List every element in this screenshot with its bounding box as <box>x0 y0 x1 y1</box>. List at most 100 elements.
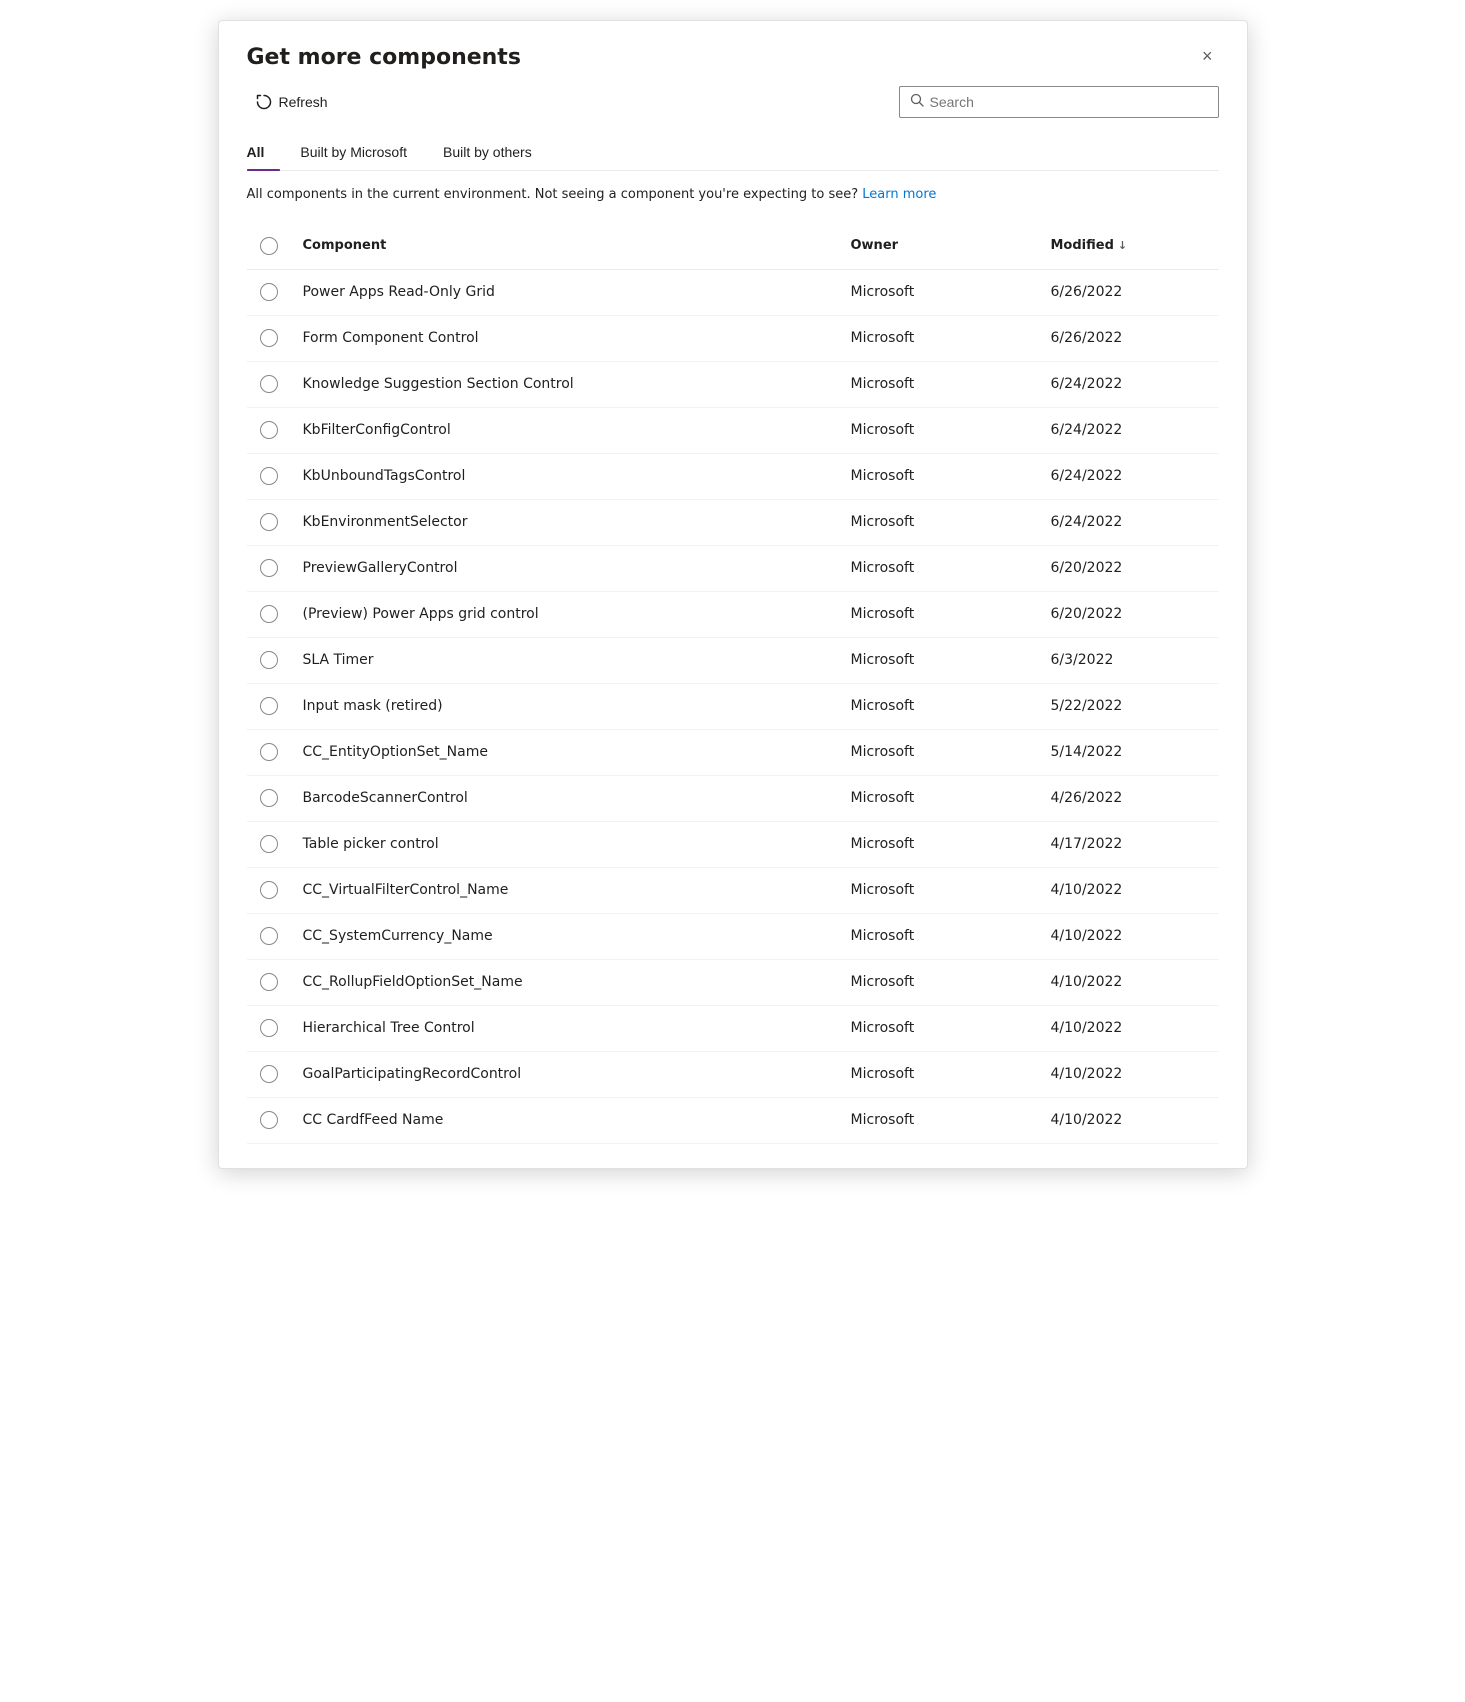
table-row[interactable]: KbFilterConfigControl Microsoft 6/24/202… <box>247 408 1219 454</box>
td-select <box>247 500 291 545</box>
td-component: KbFilterConfigControl <box>291 408 839 453</box>
row-checkbox-14[interactable] <box>260 927 278 945</box>
td-owner: Microsoft <box>839 546 1039 591</box>
td-owner: Microsoft <box>839 638 1039 683</box>
th-select <box>247 229 291 263</box>
td-modified: 4/10/2022 <box>1039 914 1219 959</box>
row-checkbox-1[interactable] <box>260 329 278 347</box>
td-modified: 4/26/2022 <box>1039 776 1219 821</box>
row-checkbox-7[interactable] <box>260 605 278 623</box>
sort-icon: ↓ <box>1118 239 1127 252</box>
table-row[interactable]: Input mask (retired) Microsoft 5/22/2022 <box>247 684 1219 730</box>
row-checkbox-4[interactable] <box>260 467 278 485</box>
refresh-label: Refresh <box>279 94 328 110</box>
th-modified[interactable]: Modified ↓ <box>1039 229 1219 263</box>
td-owner: Microsoft <box>839 868 1039 913</box>
row-checkbox-16[interactable] <box>260 1019 278 1037</box>
td-component: Power Apps Read-Only Grid <box>291 270 839 315</box>
td-modified: 6/20/2022 <box>1039 546 1219 591</box>
toolbar: Refresh <box>247 86 1219 118</box>
td-component: CC_EntityOptionSet_Name <box>291 730 839 775</box>
table-row[interactable]: GoalParticipatingRecordControl Microsoft… <box>247 1052 1219 1098</box>
td-owner: Microsoft <box>839 776 1039 821</box>
table-row[interactable]: Table picker control Microsoft 4/17/2022 <box>247 822 1219 868</box>
row-checkbox-18[interactable] <box>260 1111 278 1129</box>
td-modified: 6/26/2022 <box>1039 316 1219 361</box>
row-checkbox-13[interactable] <box>260 881 278 899</box>
row-checkbox-0[interactable] <box>260 283 278 301</box>
table-row[interactable]: SLA Timer Microsoft 6/3/2022 <box>247 638 1219 684</box>
td-component: GoalParticipatingRecordControl <box>291 1052 839 1097</box>
td-owner: Microsoft <box>839 408 1039 453</box>
td-owner: Microsoft <box>839 454 1039 499</box>
description-text: All components in the current environmen… <box>247 187 859 202</box>
td-component: BarcodeScannerControl <box>291 776 839 821</box>
table-row[interactable]: KbEnvironmentSelector Microsoft 6/24/202… <box>247 500 1219 546</box>
learn-more-link[interactable]: Learn more <box>862 187 936 202</box>
td-modified: 6/24/2022 <box>1039 408 1219 453</box>
row-checkbox-15[interactable] <box>260 973 278 991</box>
row-checkbox-6[interactable] <box>260 559 278 577</box>
row-checkbox-12[interactable] <box>260 835 278 853</box>
td-component: Hierarchical Tree Control <box>291 1006 839 1051</box>
table-row[interactable]: CC_RollupFieldOptionSet_Name Microsoft 4… <box>247 960 1219 1006</box>
table-row[interactable]: KbUnboundTagsControl Microsoft 6/24/2022 <box>247 454 1219 500</box>
tab-all[interactable]: All <box>247 134 281 170</box>
table-row[interactable]: PreviewGalleryControl Microsoft 6/20/202… <box>247 546 1219 592</box>
table-row[interactable]: Knowledge Suggestion Section Control Mic… <box>247 362 1219 408</box>
td-owner: Microsoft <box>839 822 1039 867</box>
th-component: Component <box>291 229 839 263</box>
table-row[interactable]: CC_EntityOptionSet_Name Microsoft 5/14/2… <box>247 730 1219 776</box>
table-row[interactable]: CC CardfFeed Name Microsoft 4/10/2022 <box>247 1098 1219 1144</box>
td-owner: Microsoft <box>839 270 1039 315</box>
tab-built-by-microsoft[interactable]: Built by Microsoft <box>300 134 423 170</box>
row-checkbox-11[interactable] <box>260 789 278 807</box>
td-select <box>247 546 291 591</box>
td-owner: Microsoft <box>839 1006 1039 1051</box>
table-row[interactable]: BarcodeScannerControl Microsoft 4/26/202… <box>247 776 1219 822</box>
td-modified: 4/17/2022 <box>1039 822 1219 867</box>
row-checkbox-2[interactable] <box>260 375 278 393</box>
td-owner: Microsoft <box>839 914 1039 959</box>
td-owner: Microsoft <box>839 592 1039 637</box>
td-owner: Microsoft <box>839 316 1039 361</box>
row-checkbox-9[interactable] <box>260 697 278 715</box>
td-select <box>247 776 291 821</box>
td-select <box>247 1006 291 1051</box>
table-row[interactable]: CC_SystemCurrency_Name Microsoft 4/10/20… <box>247 914 1219 960</box>
get-more-components-dialog: Get more components × Refresh All Built … <box>218 20 1248 1169</box>
table-row[interactable]: Power Apps Read-Only Grid Microsoft 6/26… <box>247 270 1219 316</box>
select-all-checkbox[interactable] <box>260 237 278 255</box>
td-modified: 6/24/2022 <box>1039 500 1219 545</box>
td-component: KbEnvironmentSelector <box>291 500 839 545</box>
td-select <box>247 638 291 683</box>
refresh-button[interactable]: Refresh <box>247 87 336 117</box>
components-table: Component Owner Modified ↓ Power Apps Re… <box>247 223 1219 1144</box>
refresh-icon <box>255 93 273 111</box>
td-select <box>247 822 291 867</box>
table-row[interactable]: CC_VirtualFilterControl_Name Microsoft 4… <box>247 868 1219 914</box>
td-owner: Microsoft <box>839 730 1039 775</box>
td-component: PreviewGalleryControl <box>291 546 839 591</box>
close-button[interactable]: × <box>1196 45 1219 67</box>
row-checkbox-3[interactable] <box>260 421 278 439</box>
row-checkbox-5[interactable] <box>260 513 278 531</box>
td-component: CC CardfFeed Name <box>291 1098 839 1143</box>
row-checkbox-10[interactable] <box>260 743 278 761</box>
td-modified: 6/20/2022 <box>1039 592 1219 637</box>
td-component: Table picker control <box>291 822 839 867</box>
table-row[interactable]: (Preview) Power Apps grid control Micros… <box>247 592 1219 638</box>
table-row[interactable]: Hierarchical Tree Control Microsoft 4/10… <box>247 1006 1219 1052</box>
td-component: CC_VirtualFilterControl_Name <box>291 868 839 913</box>
table-row[interactable]: Form Component Control Microsoft 6/26/20… <box>247 316 1219 362</box>
row-checkbox-17[interactable] <box>260 1065 278 1083</box>
td-select <box>247 868 291 913</box>
search-box <box>899 86 1219 118</box>
description: All components in the current environmen… <box>247 185 1219 205</box>
row-checkbox-8[interactable] <box>260 651 278 669</box>
tab-built-by-others[interactable]: Built by others <box>443 134 548 170</box>
td-owner: Microsoft <box>839 1098 1039 1143</box>
td-owner: Microsoft <box>839 960 1039 1005</box>
td-select <box>247 914 291 959</box>
search-input[interactable] <box>930 94 1208 110</box>
